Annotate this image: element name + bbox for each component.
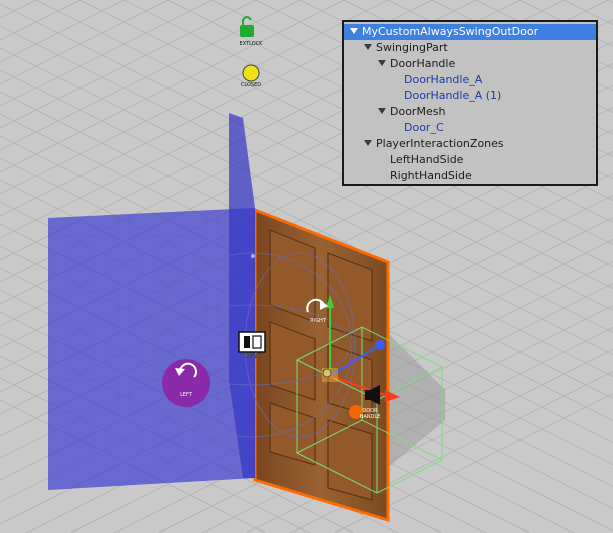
closed-label: CLOSED: [241, 82, 261, 88]
foldout-arrow-icon[interactable]: [378, 60, 386, 66]
left-label: LEFT: [180, 392, 193, 398]
hierarchy-item-label: SwingingPart: [376, 41, 448, 54]
hierarchy-panel[interactable]: MyCustomAlwaysSwingOutDoor SwingingPart …: [342, 20, 598, 186]
hierarchy-item[interactable]: LeftHandSide: [344, 152, 596, 168]
door-mesh[interactable]: [253, 207, 390, 523]
hierarchy-item-label: RightHandSide: [390, 169, 472, 182]
hierarchy-item[interactable]: DoorHandle_A: [344, 72, 596, 88]
hierarchy-item[interactable]: DoorHandle: [344, 56, 596, 72]
hierarchy-item[interactable]: DoorMesh: [344, 104, 596, 120]
hierarchy-item[interactable]: SwingingPart: [344, 40, 596, 56]
hierarchy-item-label: Door_C: [404, 121, 444, 134]
hierarchy-item-label: PlayerInteractionZones: [376, 137, 504, 150]
foldout-arrow-icon[interactable]: [350, 28, 358, 34]
hierarchy-item-label: DoorMesh: [390, 105, 446, 118]
hinge-point-marker: [251, 254, 255, 258]
hierarchy-item-label: MyCustomAlwaysSwingOutDoor: [362, 25, 539, 38]
hierarchy-item[interactable]: MyCustomAlwaysSwingOutDoor: [344, 24, 596, 40]
hierarchy-item-label: DoorHandle_A: [404, 73, 483, 86]
hierarchy-item-label: LeftHandSide: [390, 153, 464, 166]
hierarchy-item-label: DoorHandle_A (1): [404, 89, 502, 102]
hierarchy-item[interactable]: DoorHandle_A (1): [344, 88, 596, 104]
lock-icon[interactable]: EXTLOCK: [240, 16, 264, 47]
foldout-arrow-icon[interactable]: [378, 108, 386, 114]
door-handle-label-2: HANDLE: [360, 414, 381, 420]
extlock-label: EXTLOCK: [240, 41, 264, 47]
right-label: RIGHT: [310, 318, 327, 324]
handle-knob-marker: [322, 368, 332, 378]
foldout-arrow-icon[interactable]: [364, 44, 372, 50]
hierarchy-item-label: DoorHandle: [390, 57, 456, 70]
hierarchy-item[interactable]: RightHandSide: [344, 168, 596, 184]
hierarchy-item[interactable]: PlayerInteractionZones: [344, 136, 596, 152]
closed-state-icon[interactable]: CLOSED: [241, 64, 261, 88]
hierarchy-item[interactable]: Door_C: [344, 120, 596, 136]
left-zone-icon[interactable]: LEFT: [162, 359, 210, 407]
hinge-label: HINGE: [244, 354, 260, 360]
foldout-arrow-icon[interactable]: [364, 140, 372, 146]
